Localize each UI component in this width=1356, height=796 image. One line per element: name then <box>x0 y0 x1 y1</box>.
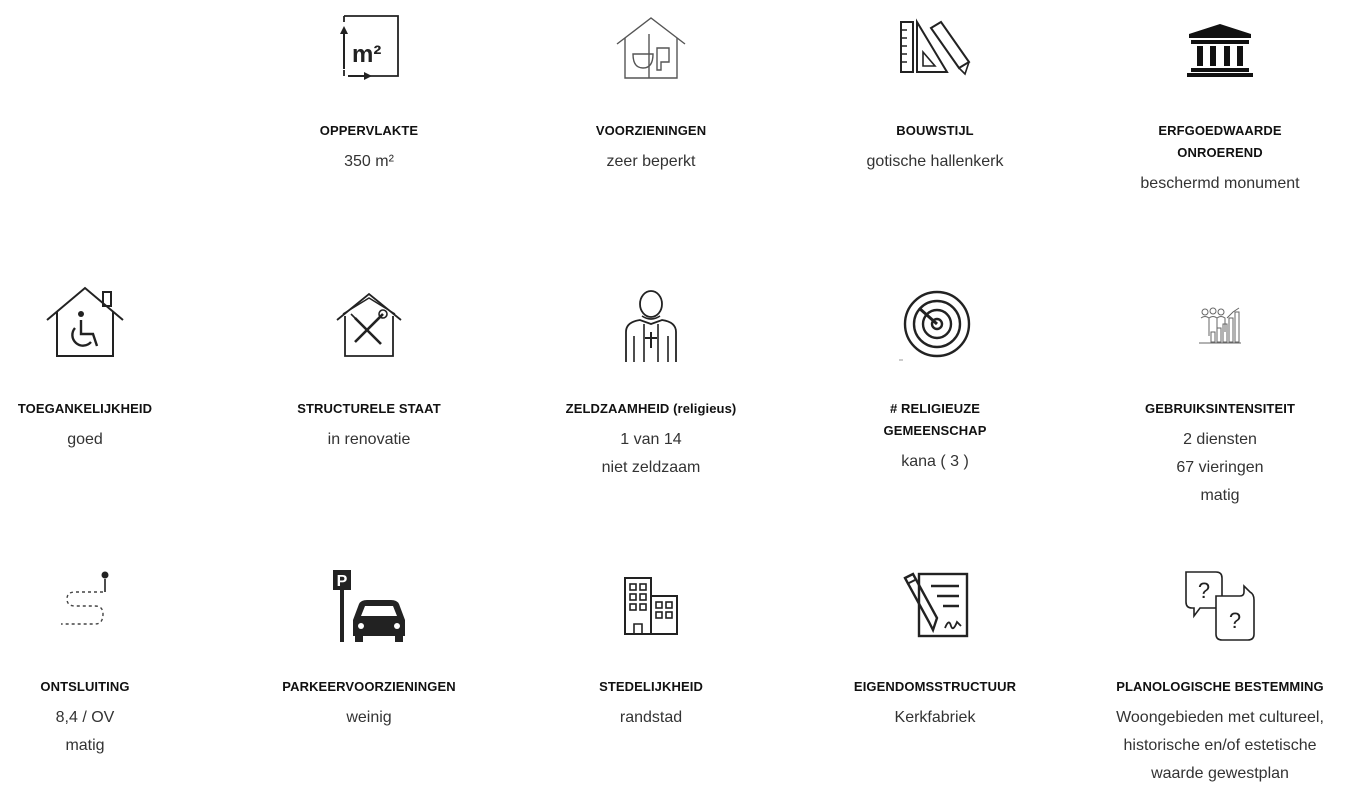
item-title: EIGENDOMSSTRUCTUUR <box>853 679 1017 694</box>
radar-icon <box>899 288 971 364</box>
svg-text:?: ? <box>1198 578 1210 603</box>
item-value: niet zeldzaam <box>601 459 701 476</box>
house-bathroom-icon <box>613 14 689 80</box>
item-value: matig <box>1200 487 1240 504</box>
item-value: in renovatie <box>327 431 411 448</box>
page: { "items": [ {"icon":"area-m2-icon","tit… <box>0 0 1356 796</box>
item-title: ZELDZAAMHEID (religieus) <box>565 401 737 416</box>
item-title: ERFGOEDWAARDE <box>1158 123 1282 138</box>
item-value: randstad <box>619 709 683 726</box>
item-title: OPPERVLAKTE <box>319 123 419 138</box>
item-value: matig <box>65 737 105 754</box>
priest-icon <box>616 288 686 364</box>
item-title: TOEGANKELIJKHEID <box>17 401 153 416</box>
item-value: gotische hallenkerk <box>866 153 1004 170</box>
question-bubbles-icon: ? ? <box>1180 568 1260 644</box>
heritage-building-icon <box>1185 22 1255 78</box>
item-value: weinig <box>346 709 392 726</box>
item-value: zeer beperkt <box>606 153 696 170</box>
item-title: VOORZIENINGEN <box>595 123 707 138</box>
item-title: BOUWSTIJL <box>896 123 974 138</box>
area-m2-icon: m² <box>336 14 402 80</box>
city-buildings-icon <box>621 576 681 636</box>
item-value: beschermd monument <box>1140 175 1300 192</box>
svg-text:?: ? <box>1229 608 1241 633</box>
item-value: historische en/of estetische <box>1123 737 1317 754</box>
house-repair-icon <box>335 292 403 358</box>
item-title: GEBRUIKSINTENSITEIT <box>1145 401 1295 416</box>
drafting-tools-icon <box>895 18 975 76</box>
item-value: 8,4 / OV <box>55 709 115 726</box>
item-title: # RELIGIEUZE <box>889 401 981 416</box>
item-title: STEDELIJKHEID <box>599 679 703 694</box>
svg-text:m²: m² <box>352 41 381 68</box>
item-value: 350 m² <box>344 153 394 170</box>
accessible-house-icon <box>43 284 127 360</box>
svg-text:P: P <box>337 573 348 590</box>
item-value: kana ( 3 ) <box>901 453 969 470</box>
parking-car-icon: P <box>329 568 409 644</box>
document-sign-icon <box>897 570 973 640</box>
item-value: waarde gewestplan <box>1151 765 1289 782</box>
item-title: STRUCTURELE STAAT <box>297 401 441 416</box>
item-title: ONROEREND <box>1177 145 1263 160</box>
item-title: PARKEERVOORZIENINGEN <box>282 679 456 694</box>
route-icon <box>57 570 113 632</box>
item-title: PLANOLOGISCHE BESTEMMING <box>1116 679 1324 694</box>
usage-chart-icon <box>1197 306 1243 346</box>
item-value: Kerkfabriek <box>894 709 976 726</box>
item-value: 1 van 14 <box>620 431 682 448</box>
item-value: Woongebieden met cultureel, <box>1116 709 1324 726</box>
item-value: 67 vieringen <box>1176 459 1264 476</box>
item-value: goed <box>67 431 103 448</box>
item-value: 2 diensten <box>1183 431 1257 448</box>
item-title: ONTSLUITING <box>40 679 130 694</box>
item-title: GEMEENSCHAP <box>883 423 987 438</box>
